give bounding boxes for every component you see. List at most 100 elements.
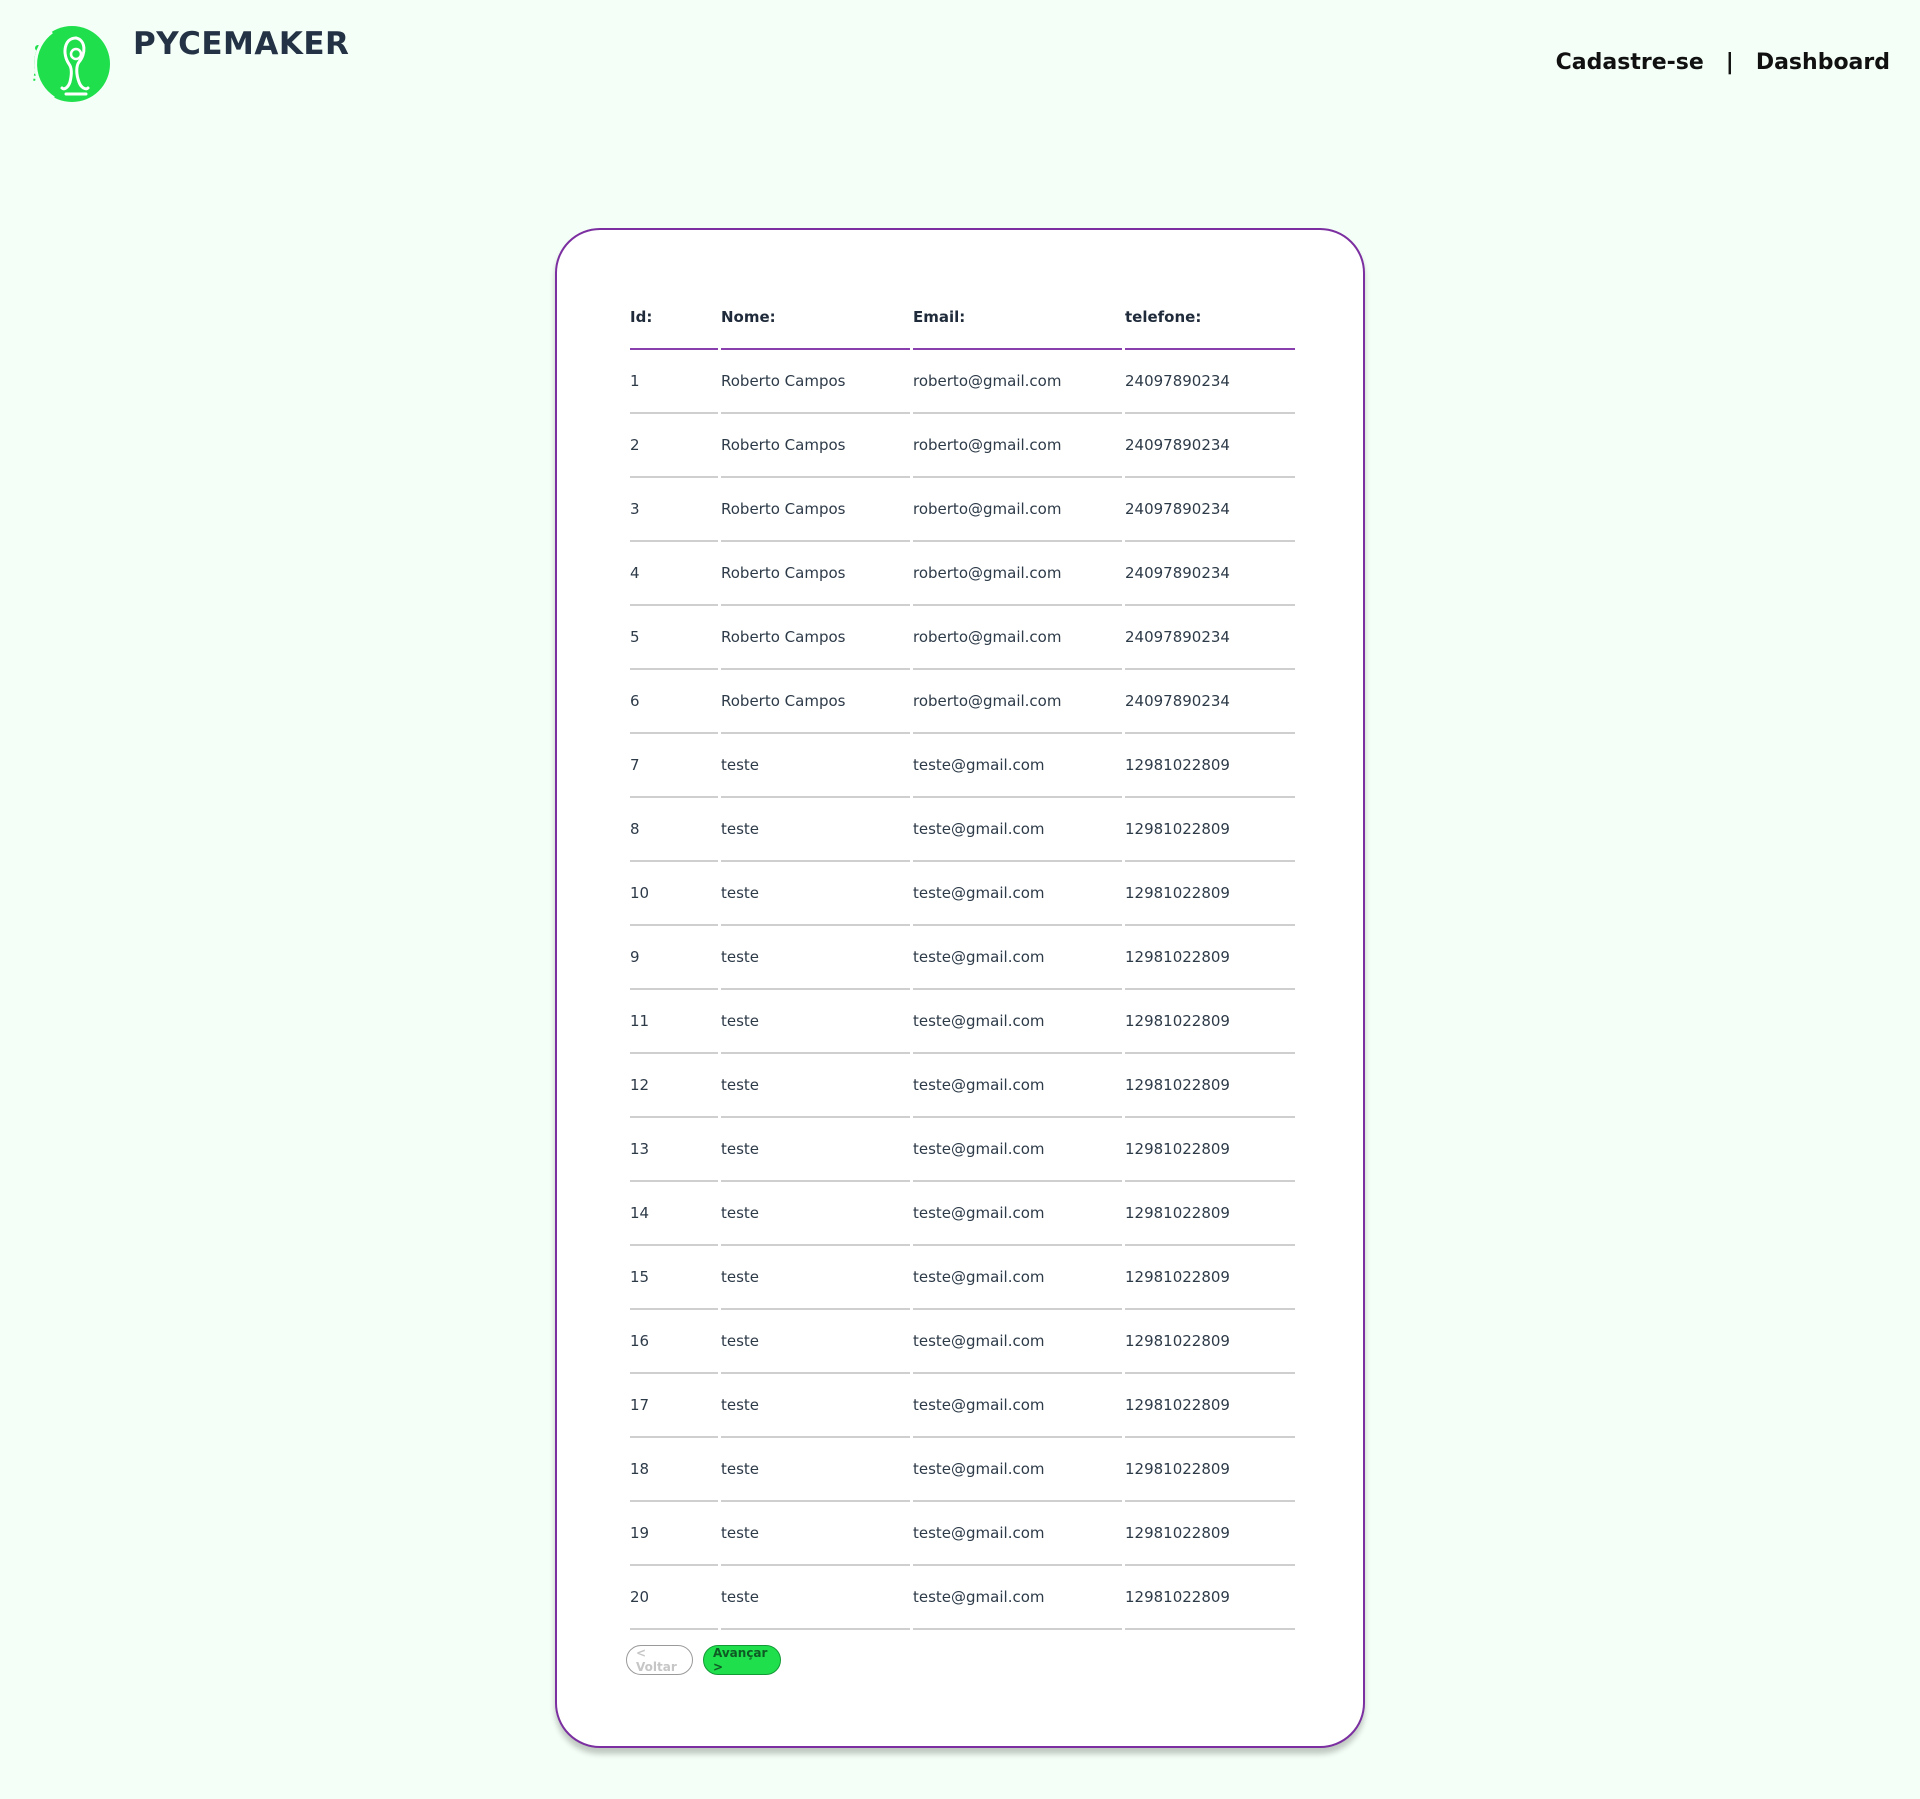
table-row: 3 Roberto Campos roberto@gmail.com 24097890… xyxy=(630,478,1295,542)
cell-id: 11 xyxy=(630,990,718,1054)
column-header-id: Id: xyxy=(630,286,718,350)
users-table: Id: Nome: Email: telefone: 1 Roberto Camp… xyxy=(627,286,1298,1630)
cell-email: teste@gmail.com xyxy=(913,734,1122,798)
nav-dashboard-link[interactable]: Dashboard xyxy=(1756,50,1890,75)
cell-id: 9 xyxy=(630,926,718,990)
cell-id: 13 xyxy=(630,1118,718,1182)
table-row: 1 Roberto Campos roberto@gmail.com 24097890… xyxy=(630,350,1295,414)
cell-telefone: 12981022809 xyxy=(1125,1118,1295,1182)
cell-email: teste@gmail.com xyxy=(913,862,1122,926)
cell-nome: teste xyxy=(721,1182,910,1246)
cell-telefone: 12981022809 xyxy=(1125,1438,1295,1502)
cell-telefone: 24097890234 xyxy=(1125,670,1295,734)
cell-id: 7 xyxy=(630,734,718,798)
table-row: 13 teste teste@gmail.com 12981022809 xyxy=(630,1118,1295,1182)
cell-email: teste@gmail.com xyxy=(913,1438,1122,1502)
nav-signup-link[interactable]: Cadastre-se xyxy=(1556,50,1704,75)
cell-nome: teste xyxy=(721,1310,910,1374)
cell-nome: teste xyxy=(721,1246,910,1310)
cell-id: 6 xyxy=(630,670,718,734)
cell-nome: Roberto Campos xyxy=(721,350,910,414)
cell-email: roberto@gmail.com xyxy=(913,542,1122,606)
cell-telefone: 12981022809 xyxy=(1125,1502,1295,1566)
cell-nome: Roberto Campos xyxy=(721,606,910,670)
cell-email: teste@gmail.com xyxy=(913,1246,1122,1310)
cell-nome: teste xyxy=(721,1118,910,1182)
brand-name: PYCEMAKER xyxy=(133,26,350,62)
cell-telefone: 12981022809 xyxy=(1125,1374,1295,1438)
cell-telefone: 24097890234 xyxy=(1125,414,1295,478)
table-row: 2 Roberto Campos roberto@gmail.com 24097890… xyxy=(630,414,1295,478)
cell-email: roberto@gmail.com xyxy=(913,606,1122,670)
table-row: 7 teste teste@gmail.com 12981022809 xyxy=(630,734,1295,798)
cell-telefone: 12981022809 xyxy=(1125,798,1295,862)
table-header-row: Id: Nome: Email: telefone: xyxy=(630,286,1295,350)
cell-email: teste@gmail.com xyxy=(913,1118,1122,1182)
column-header-nome: Nome: xyxy=(721,286,910,350)
table-row: 5 Roberto Campos roberto@gmail.com 24097890… xyxy=(630,606,1295,670)
cell-telefone: 12981022809 xyxy=(1125,1246,1295,1310)
cell-id: 3 xyxy=(630,478,718,542)
cell-telefone: 12981022809 xyxy=(1125,1054,1295,1118)
cell-telefone: 12981022809 xyxy=(1125,734,1295,798)
table-row: 15 teste teste@gmail.com 12981022809 xyxy=(630,1246,1295,1310)
next-page-button[interactable]: Avançar > xyxy=(703,1645,781,1675)
cell-telefone: 12981022809 xyxy=(1125,862,1295,926)
previous-page-button[interactable]: < Voltar xyxy=(626,1645,693,1675)
cell-email: teste@gmail.com xyxy=(913,798,1122,862)
cell-nome: teste xyxy=(721,1438,910,1502)
cell-telefone: 24097890234 xyxy=(1125,350,1295,414)
cell-nome: teste xyxy=(721,1054,910,1118)
cell-id: 18 xyxy=(630,1438,718,1502)
cell-telefone: 12981022809 xyxy=(1125,1566,1295,1630)
cell-email: roberto@gmail.com xyxy=(913,350,1122,414)
cell-telefone: 12981022809 xyxy=(1125,926,1295,990)
table-body: 1 Roberto Campos roberto@gmail.com 24097890… xyxy=(630,350,1295,1630)
column-header-telefone: telefone: xyxy=(1125,286,1295,350)
table-row: 4 Roberto Campos roberto@gmail.com 24097890… xyxy=(630,542,1295,606)
table-row: 19 teste teste@gmail.com 12981022809 xyxy=(630,1502,1295,1566)
site-header: PYCEMAKER Cadastre-se | Dashboard xyxy=(0,0,1920,140)
table-row: 12 teste teste@gmail.com 12981022809 xyxy=(630,1054,1295,1118)
cell-email: teste@gmail.com xyxy=(913,1054,1122,1118)
cell-nome: teste xyxy=(721,798,910,862)
cell-telefone: 12981022809 xyxy=(1125,1310,1295,1374)
cell-id: 10 xyxy=(630,862,718,926)
cell-nome: Roberto Campos xyxy=(721,478,910,542)
cell-id: 1 xyxy=(630,350,718,414)
cell-email: teste@gmail.com xyxy=(913,1310,1122,1374)
cell-email: teste@gmail.com xyxy=(913,990,1122,1054)
cell-email: teste@gmail.com xyxy=(913,926,1122,990)
table-row: 6 Roberto Campos roberto@gmail.com 24097890… xyxy=(630,670,1295,734)
table-row: 18 teste teste@gmail.com 12981022809 xyxy=(630,1438,1295,1502)
cell-telefone: 24097890234 xyxy=(1125,478,1295,542)
cell-email: teste@gmail.com xyxy=(913,1182,1122,1246)
cell-email: teste@gmail.com xyxy=(913,1374,1122,1438)
cell-telefone: 24097890234 xyxy=(1125,606,1295,670)
table-row: 20 teste teste@gmail.com 12981022809 xyxy=(630,1566,1295,1630)
cell-nome: teste xyxy=(721,1374,910,1438)
cell-id: 5 xyxy=(630,606,718,670)
table-row: 8 teste teste@gmail.com 12981022809 xyxy=(630,798,1295,862)
users-table-card: Id: Nome: Email: telefone: 1 Roberto Camp… xyxy=(555,228,1365,1748)
logo-graphic xyxy=(33,26,110,102)
nav-separator: | xyxy=(1725,50,1734,75)
cell-nome: teste xyxy=(721,990,910,1054)
cell-nome: Roberto Campos xyxy=(721,542,910,606)
table-header: Id: Nome: Email: telefone: xyxy=(630,286,1295,350)
table-row: 9 teste teste@gmail.com 12981022809 xyxy=(630,926,1295,990)
cell-nome: teste xyxy=(721,862,910,926)
cell-nome: Roberto Campos xyxy=(721,414,910,478)
cell-email: teste@gmail.com xyxy=(913,1566,1122,1630)
cell-id: 20 xyxy=(630,1566,718,1630)
cell-nome: Roberto Campos xyxy=(721,670,910,734)
cell-id: 17 xyxy=(630,1374,718,1438)
cell-telefone: 12981022809 xyxy=(1125,990,1295,1054)
pagination: < Voltar Avançar > xyxy=(626,1645,781,1675)
table-row: 14 teste teste@gmail.com 12981022809 xyxy=(630,1182,1295,1246)
cell-nome: teste xyxy=(721,1502,910,1566)
brand-logo-icon[interactable] xyxy=(24,24,114,104)
cell-id: 19 xyxy=(630,1502,718,1566)
table-row: 16 teste teste@gmail.com 12981022809 xyxy=(630,1310,1295,1374)
cell-nome: teste xyxy=(721,1566,910,1630)
